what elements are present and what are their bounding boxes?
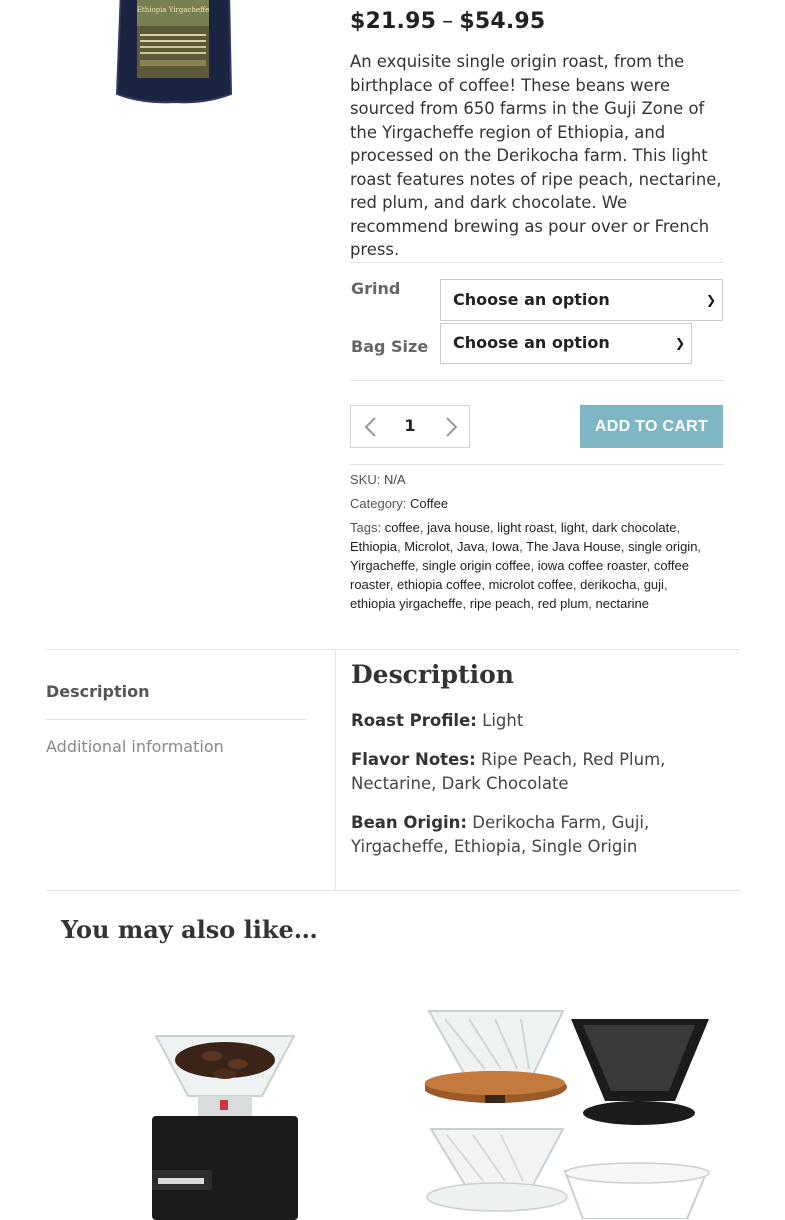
product-description: An exquisite single origin roast, from t… xyxy=(350,52,722,259)
chevron-right-icon[interactable] xyxy=(439,412,463,442)
roast-profile-value: Light xyxy=(482,711,524,730)
divider xyxy=(335,649,336,890)
roast-profile: Roast Profile: Light xyxy=(351,709,711,733)
chevron-down-icon: ❯ xyxy=(674,336,685,350)
bean-origin-label: Bean Origin: xyxy=(351,813,468,832)
tag-link[interactable]: red plum xyxy=(538,596,589,611)
tags-label: Tags: xyxy=(350,520,382,535)
tag-link[interactable]: light xyxy=(561,520,585,535)
price-range: $21.95– $54.95 xyxy=(350,9,545,34)
tag-link[interactable]: iowa coffee roaster xyxy=(538,558,647,573)
chevron-left-icon[interactable] xyxy=(359,412,383,442)
divider xyxy=(46,719,306,720)
tag-link[interactable]: java house xyxy=(427,520,490,535)
price-max: $54.95 xyxy=(459,9,546,34)
sku: SKU: N/A xyxy=(350,472,406,487)
tag-link[interactable]: single origin coffee xyxy=(422,558,530,573)
tag-link[interactable]: Microlot xyxy=(404,539,450,554)
quantity-value[interactable]: 1 xyxy=(391,416,429,435)
bag-size-label: Bag Size xyxy=(351,337,429,356)
tags: Tags: coffee, java house, light roast, l… xyxy=(350,518,710,613)
related-heading: You may also like… xyxy=(61,915,318,944)
price-min: $21.95 xyxy=(350,9,437,34)
divider xyxy=(350,262,724,263)
tag-link[interactable]: ethiopia yirgacheffe xyxy=(350,596,463,611)
tag-list: coffee, java house, light roast, light, … xyxy=(350,520,702,611)
bean-origin: Bean Origin: Derikocha Farm, Guji, Yirga… xyxy=(351,811,711,859)
bag-label: Ethiopia Yirgacheffe xyxy=(137,6,209,14)
divider xyxy=(350,464,724,465)
tab-additional-information[interactable]: Additional information xyxy=(46,737,224,756)
category-label: Category: xyxy=(350,496,407,511)
divider xyxy=(46,649,740,650)
related-product-grinder-image[interactable] xyxy=(150,1030,300,1220)
tag-link[interactable]: The Java House xyxy=(526,539,621,554)
tag-link[interactable]: dark chocolate xyxy=(592,520,677,535)
quantity-stepper[interactable]: 1 xyxy=(350,405,470,448)
grind-select-value: Choose an option xyxy=(453,290,610,309)
category: Category: Coffee xyxy=(350,496,448,511)
tag-link[interactable]: Yirgacheffe xyxy=(350,558,415,573)
sku-label: SKU: xyxy=(350,472,381,487)
grind-label: Grind xyxy=(351,279,401,298)
roast-profile-label: Roast Profile: xyxy=(351,711,477,730)
tag-link[interactable]: microlot coffee xyxy=(489,577,573,592)
tag-link[interactable]: light roast xyxy=(497,520,553,535)
tag-link[interactable]: Ethiopia xyxy=(350,539,397,554)
product-image[interactable]: Ethiopia Yirgacheffe xyxy=(115,0,235,106)
price-separator: – xyxy=(442,9,454,34)
tag-link[interactable]: Iowa xyxy=(492,539,519,554)
tag-link[interactable]: nectarine xyxy=(596,596,649,611)
add-to-cart-button[interactable]: ADD TO CART xyxy=(580,405,723,448)
tag-link[interactable]: ripe peach xyxy=(470,596,531,611)
tag-link[interactable]: coffee xyxy=(385,520,420,535)
sku-value: N/A xyxy=(383,472,406,487)
chevron-down-icon: ❯ xyxy=(705,293,716,307)
panel-title: Description xyxy=(351,660,514,689)
bag-size-select-value: Choose an option xyxy=(453,333,610,352)
flavor-notes-label: Flavor Notes: xyxy=(351,750,476,769)
tag-link[interactable]: ethiopia coffee xyxy=(397,577,481,592)
bag-size-select[interactable]: Choose an option ❯ xyxy=(440,323,692,364)
category-link[interactable]: Coffee xyxy=(410,496,448,511)
divider xyxy=(46,890,740,891)
tab-description[interactable]: Description xyxy=(46,682,149,701)
tag-link[interactable]: single origin xyxy=(628,539,697,554)
divider xyxy=(350,380,724,381)
flavor-notes: Flavor Notes: Ripe Peach, Red Plum, Nect… xyxy=(351,748,711,796)
tag-link[interactable]: guji xyxy=(644,577,664,592)
tag-link[interactable]: derikocha xyxy=(580,577,636,592)
related-product-dripper-image[interactable] xyxy=(425,1005,715,1219)
tag-link[interactable]: Java xyxy=(457,539,484,554)
grind-select[interactable]: Choose an option ❯ xyxy=(440,279,723,321)
